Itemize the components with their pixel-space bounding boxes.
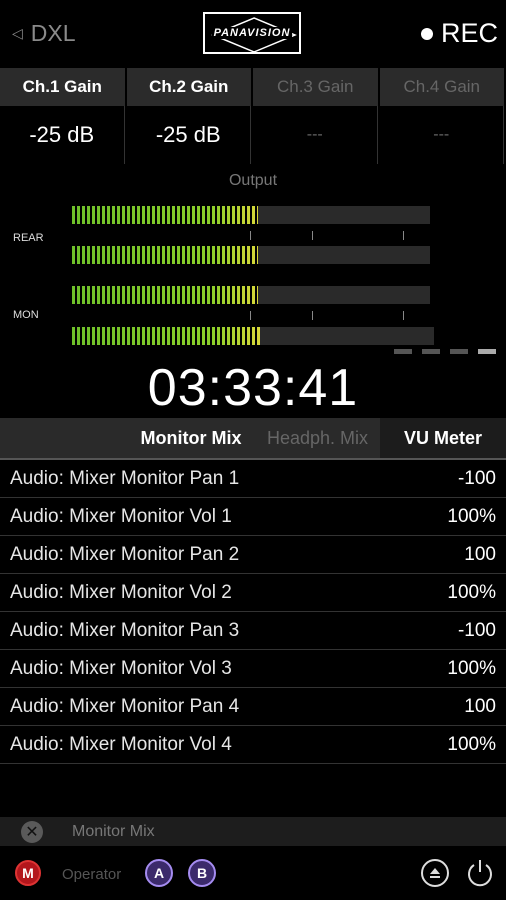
setting-value: 100%	[447, 733, 496, 755]
meter-ticks	[72, 231, 430, 241]
level-meter-mon-2	[72, 327, 434, 345]
gain-ch4[interactable]: Ch.4 Gain ---	[379, 68, 506, 164]
peak-indicator	[394, 349, 412, 354]
level-meter-mon-1	[72, 286, 430, 304]
setting-value: 100%	[447, 581, 496, 603]
gain-ch2-value: -25 dB	[127, 106, 251, 164]
tab-bar: Monitor Mix Headph. Mix VU Meter	[0, 418, 506, 458]
close-icon[interactable]: ✕	[21, 820, 43, 843]
gain-ch4-value: ---	[380, 106, 504, 164]
tab-monitor-mix[interactable]: Monitor Mix	[127, 418, 255, 458]
back-label: DXL	[30, 20, 76, 46]
operator-label: Operator	[62, 866, 122, 883]
level-meter-rear-2	[72, 246, 430, 264]
active-mix-bar: ✕ Monitor Mix	[0, 817, 506, 846]
meter-ticks	[72, 311, 430, 321]
active-mix-label: Monitor Mix	[72, 822, 155, 840]
peak-indicator	[478, 349, 496, 354]
gain-ch3[interactable]: Ch.3 Gain ---	[253, 68, 380, 164]
bottom-bar: M Operator A B	[0, 846, 506, 900]
panavision-logo: PANAVISION	[203, 12, 301, 54]
setting-label: Audio: Mixer Monitor Vol 2	[10, 581, 232, 603]
list-item[interactable]: Audio: Mixer Monitor Pan 1 -100	[0, 460, 506, 498]
setting-label: Audio: Mixer Monitor Pan 3	[10, 619, 240, 641]
list-item[interactable]: Audio: Mixer Monitor Vol 3 100%	[0, 650, 506, 688]
eject-icon	[430, 868, 440, 878]
list-item[interactable]: Audio: Mixer Monitor Vol 4 100%	[0, 726, 506, 764]
tab-headphone-mix[interactable]: Headph. Mix	[255, 418, 380, 458]
level-fill	[72, 246, 259, 264]
peak-indicator	[450, 349, 468, 354]
user-b-button[interactable]: B	[188, 859, 216, 887]
eject-button[interactable]	[421, 859, 449, 887]
rec-dot-icon	[420, 27, 433, 40]
back-triangle-icon: ◁	[12, 25, 23, 41]
setting-value: 100	[464, 543, 496, 565]
rec-label: REC	[440, 18, 498, 48]
setting-value: 100%	[447, 657, 496, 679]
gain-ch1-value: -25 dB	[0, 106, 125, 164]
gain-ch1-label: Ch.1 Gain	[0, 68, 125, 106]
list-item[interactable]: Audio: Mixer Monitor Pan 2 100	[0, 536, 506, 574]
settings-list: Audio: Mixer Monitor Pan 1 -100 Audio: M…	[0, 458, 506, 764]
level-meter-rear-1	[72, 206, 430, 224]
setting-value: -100	[457, 619, 496, 641]
setting-label: Audio: Mixer Monitor Pan 1	[10, 467, 240, 489]
channel-gains: Ch.1 Gain -25 dB Ch.2 Gain -25 dB Ch.3 G…	[0, 68, 506, 164]
list-item[interactable]: Audio: Mixer Monitor Pan 3 -100	[0, 612, 506, 650]
logo-text: PANAVISION	[211, 27, 293, 39]
rec-button[interactable]: REC	[420, 18, 498, 49]
setting-label: Audio: Mixer Monitor Pan 2	[10, 543, 240, 565]
setting-value: -100	[457, 467, 496, 489]
peak-indicators	[394, 349, 496, 354]
power-button[interactable]	[464, 857, 496, 889]
setting-label: Audio: Mixer Monitor Vol 3	[10, 657, 232, 679]
gain-ch2[interactable]: Ch.2 Gain -25 dB	[126, 68, 253, 164]
setting-label: Audio: Mixer Monitor Pan 4	[10, 695, 240, 717]
tab-vu-meter[interactable]: VU Meter	[380, 418, 506, 458]
list-item[interactable]: Audio: Mixer Monitor Pan 4 100	[0, 688, 506, 726]
list-item[interactable]: Audio: Mixer Monitor Vol 2 100%	[0, 574, 506, 612]
power-icon	[468, 860, 492, 887]
level-fill	[72, 286, 259, 304]
gain-ch4-label: Ch.4 Gain	[379, 68, 504, 106]
back-button[interactable]: ◁ DXL	[12, 20, 76, 47]
master-button[interactable]: M	[15, 860, 41, 886]
setting-value: 100	[464, 695, 496, 717]
peak-indicator	[422, 349, 440, 354]
output-label: Output	[228, 172, 278, 189]
mon-label: MON	[13, 309, 39, 321]
timecode: 03:33:41	[147, 359, 359, 417]
gain-ch2-label: Ch.2 Gain	[126, 68, 251, 106]
list-item[interactable]: Audio: Mixer Monitor Vol 1 100%	[0, 498, 506, 536]
level-fill	[72, 327, 261, 345]
setting-value: 100%	[447, 505, 496, 527]
gain-ch3-value: ---	[253, 106, 378, 164]
level-fill	[72, 206, 259, 224]
rear-label: REAR	[13, 232, 44, 244]
setting-label: Audio: Mixer Monitor Vol 4	[10, 733, 232, 755]
gain-ch1[interactable]: Ch.1 Gain -25 dB	[0, 68, 127, 164]
top-bar: ◁ DXL PANAVISION REC	[0, 0, 506, 68]
gain-ch3-label: Ch.3 Gain	[253, 68, 378, 106]
setting-label: Audio: Mixer Monitor Vol 1	[10, 505, 232, 527]
user-a-button[interactable]: A	[145, 859, 173, 887]
